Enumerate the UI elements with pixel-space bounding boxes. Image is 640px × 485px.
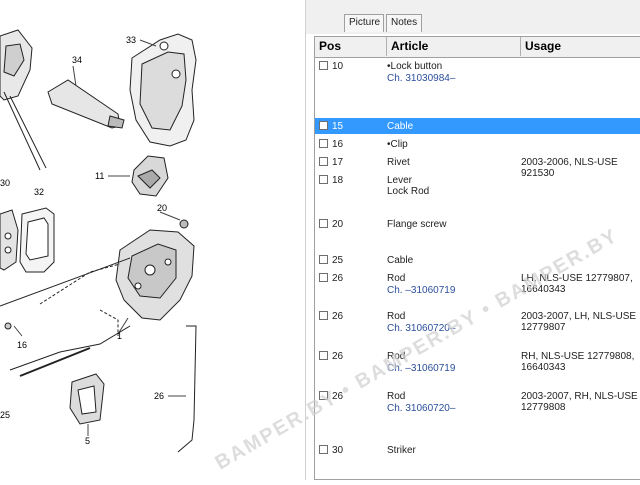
table-row[interactable]: 16 •Clip: [315, 136, 640, 152]
row-checkbox[interactable]: [319, 139, 328, 148]
row-usage: LH, NLS-USE 12779807, 16640343: [521, 273, 633, 295]
table-row[interactable]: 26 Rod Ch. –31060719 LH, NLS-USE 12779807, …: [315, 270, 640, 306]
row-article: Flange screw: [387, 219, 517, 230]
row-article: Rod Ch. –31060719: [387, 273, 517, 296]
row-pos: 20: [332, 219, 344, 230]
row-pos: 26: [332, 273, 344, 284]
column-header-usage[interactable]: Usage: [521, 37, 640, 56]
table-row[interactable]: 18 Lever Lock Rod: [315, 172, 640, 212]
row-pos: 15: [332, 121, 344, 132]
parts-diagram: 33 34 30 32 11 20 16 1 26 25 5: [0, 0, 305, 480]
row-article-name: Rod: [387, 391, 406, 402]
row-chassis-range: Ch. 31060720–: [387, 323, 456, 334]
callout-30: 30: [0, 178, 10, 188]
callout-26: 26: [154, 391, 164, 401]
callout-33: 33: [126, 35, 136, 45]
table-header: Pos Article Usage: [315, 37, 640, 58]
row-article-name: •Clip: [387, 139, 408, 150]
row-article-name: Lever Lock Rod: [387, 175, 430, 197]
row-article-name: Cable: [387, 255, 414, 266]
table-row[interactable]: 30 Striker: [315, 442, 640, 458]
callout-25: 25: [0, 410, 10, 420]
part-handle-housing: [0, 29, 47, 171]
row-article-name: Rod: [387, 351, 406, 362]
row-article: Rod Ch. 31060720–: [387, 391, 517, 414]
tab-notes[interactable]: Notes: [386, 14, 422, 32]
part-1-lock-body: [115, 219, 195, 321]
row-pos: 16: [332, 139, 344, 150]
callout-20: 20: [157, 203, 167, 213]
row-checkbox[interactable]: [319, 121, 328, 130]
callout-16: 16: [17, 340, 27, 350]
table-row[interactable]: 20 Flange screw: [315, 216, 640, 250]
part-11-clip: [131, 155, 169, 197]
row-article-name: Flange screw: [387, 219, 447, 230]
row-pos: 25: [332, 255, 344, 266]
row-article: Cable: [387, 255, 517, 266]
row-article: Cable: [387, 121, 517, 132]
row-pos: 26: [332, 311, 344, 322]
part-34-cover: [47, 79, 125, 129]
row-article: Lever Lock Rod: [387, 175, 517, 197]
row-checkbox[interactable]: [319, 445, 328, 454]
row-article-name: Rivet: [387, 157, 410, 168]
column-header-pos[interactable]: Pos: [315, 37, 387, 56]
row-usage: RH, NLS-USE 12779808, 16640343: [521, 351, 635, 373]
callout-11: 11: [95, 171, 104, 181]
row-checkbox[interactable]: [319, 219, 328, 228]
table-row[interactable]: 25 Cable: [315, 252, 640, 268]
row-article: Rivet: [387, 157, 517, 168]
row-pos: 26: [332, 391, 344, 402]
row-article-name: •Lock button: [387, 61, 443, 72]
row-chassis-range: Ch. 31060720–: [387, 403, 456, 414]
row-pos: 10: [332, 61, 344, 72]
row-article: Rod Ch. 31060720–: [387, 311, 517, 334]
row-pos: 17: [332, 157, 344, 168]
row-checkbox[interactable]: [319, 255, 328, 264]
part-5-striker: [69, 373, 105, 425]
parts-list-panel: Picture Notes Pos Article Usage 10 •Lock …: [305, 0, 640, 480]
table-row[interactable]: 26 Rod Ch. 31060720– 2003-2007, LH, NLS-USE…: [315, 308, 640, 346]
row-article: Striker: [387, 445, 517, 456]
row-usage: 2003-2007, RH, NLS-USE 12779808: [521, 391, 638, 413]
part-30-32-gaskets: [0, 207, 55, 273]
column-header-article[interactable]: Article: [387, 37, 521, 56]
row-article: •Clip: [387, 139, 517, 150]
callout-5: 5: [85, 436, 90, 446]
callout-1: 1: [117, 331, 122, 341]
row-checkbox[interactable]: [319, 391, 328, 400]
parts-diagram-svg: 33 34 30 32 11 20 16 1 26 25 5: [0, 29, 197, 453]
row-checkbox[interactable]: [319, 273, 328, 282]
row-article-name: Rod: [387, 311, 406, 322]
row-checkbox[interactable]: [319, 311, 328, 320]
parts-table: Pos Article Usage 10 •Lock button Ch. 3103…: [314, 36, 640, 480]
row-checkbox[interactable]: [319, 351, 328, 360]
table-row[interactable]: 26 Rod Ch. 31060720– 2003-2007, RH, NLS-USE…: [315, 388, 640, 438]
callout-34: 34: [72, 55, 82, 65]
row-chassis-range: Ch. –31060719: [387, 285, 456, 296]
row-article-name: Striker: [387, 445, 416, 456]
row-chassis-range: Ch. 31030984–: [387, 73, 456, 84]
callout-32: 32: [34, 187, 44, 197]
row-article: •Lock button Ch. 31030984–: [387, 61, 517, 84]
row-usage: 2003-2007, LH, NLS-USE 12779807: [521, 311, 637, 333]
part-33-bracket: [129, 33, 197, 147]
table-row[interactable]: 15 Cable: [315, 118, 640, 134]
row-article: Rod Ch. –31060719: [387, 351, 517, 374]
table-row[interactable]: 17 Rivet 2003-2006, NLS-USE 921530: [315, 154, 640, 179]
table-row[interactable]: 10 •Lock button Ch. 31030984–: [315, 58, 640, 116]
row-pos: 26: [332, 351, 344, 362]
row-checkbox[interactable]: [319, 175, 328, 184]
row-article-name: Cable: [387, 121, 414, 132]
tab-strip: Picture Notes: [306, 0, 640, 34]
row-checkbox[interactable]: [319, 61, 328, 70]
table-row[interactable]: 26 Rod Ch. –31060719 RH, NLS-USE 12779808, …: [315, 348, 640, 386]
row-pos: 30: [332, 445, 344, 456]
row-chassis-range: Ch. –31060719: [387, 363, 456, 374]
row-pos: 18: [332, 175, 344, 186]
row-article-name: Rod: [387, 273, 406, 284]
tab-picture[interactable]: Picture: [344, 14, 384, 32]
row-checkbox[interactable]: [319, 157, 328, 166]
